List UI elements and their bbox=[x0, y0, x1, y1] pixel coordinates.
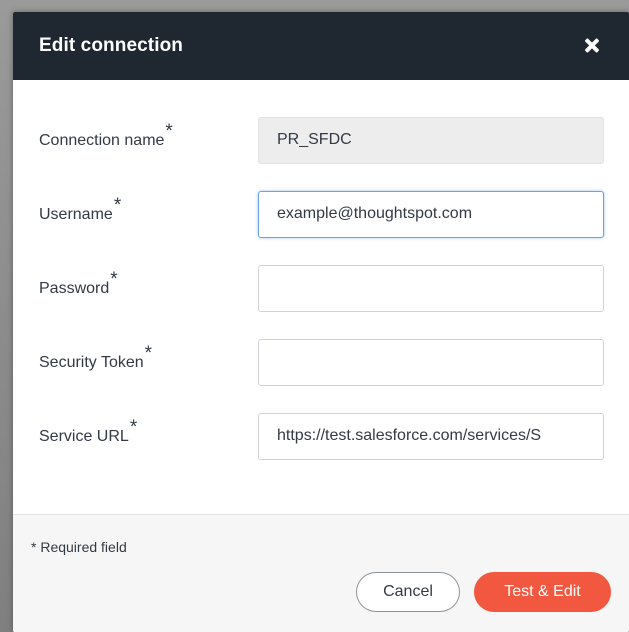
edit-connection-dialog: Edit connection Connection name* Usernam… bbox=[13, 12, 629, 632]
required-asterisk: * bbox=[165, 121, 173, 142]
test-and-edit-button[interactable]: Test & Edit bbox=[474, 572, 611, 612]
required-asterisk: * bbox=[129, 417, 138, 438]
form-row-connection-name: Connection name* bbox=[39, 116, 604, 164]
username-field[interactable] bbox=[258, 190, 604, 238]
security-token-label: Security Token* bbox=[39, 343, 153, 371]
dialog-header: Edit connection bbox=[13, 12, 629, 80]
form-row-username: Username* bbox=[39, 190, 604, 238]
service-url-field[interactable] bbox=[258, 412, 604, 460]
connection-name-label: Connection name* bbox=[39, 121, 173, 149]
password-label: Password* bbox=[39, 269, 118, 297]
cancel-button[interactable]: Cancel bbox=[356, 572, 460, 612]
username-label: Username* bbox=[39, 195, 122, 223]
required-asterisk: * bbox=[110, 269, 118, 290]
required-asterisk: * bbox=[144, 343, 153, 364]
form-row-service-url: Service URL* bbox=[39, 412, 604, 460]
dialog-footer: * Required field Cancel Test & Edit bbox=[13, 514, 629, 632]
password-field[interactable] bbox=[258, 264, 604, 312]
required-asterisk: * bbox=[113, 195, 122, 216]
dialog-title: Edit connection bbox=[39, 35, 183, 56]
form-row-security-token: Security Token* bbox=[39, 338, 604, 386]
required-field-note: * Required field bbox=[31, 539, 127, 555]
form-row-password: Password* bbox=[39, 264, 604, 312]
service-url-label: Service URL* bbox=[39, 417, 138, 445]
close-icon[interactable] bbox=[581, 35, 603, 57]
security-token-field[interactable] bbox=[258, 338, 604, 386]
connection-name-field[interactable] bbox=[258, 116, 604, 164]
dialog-body: Connection name* Username* Password* Sec… bbox=[13, 80, 629, 514]
